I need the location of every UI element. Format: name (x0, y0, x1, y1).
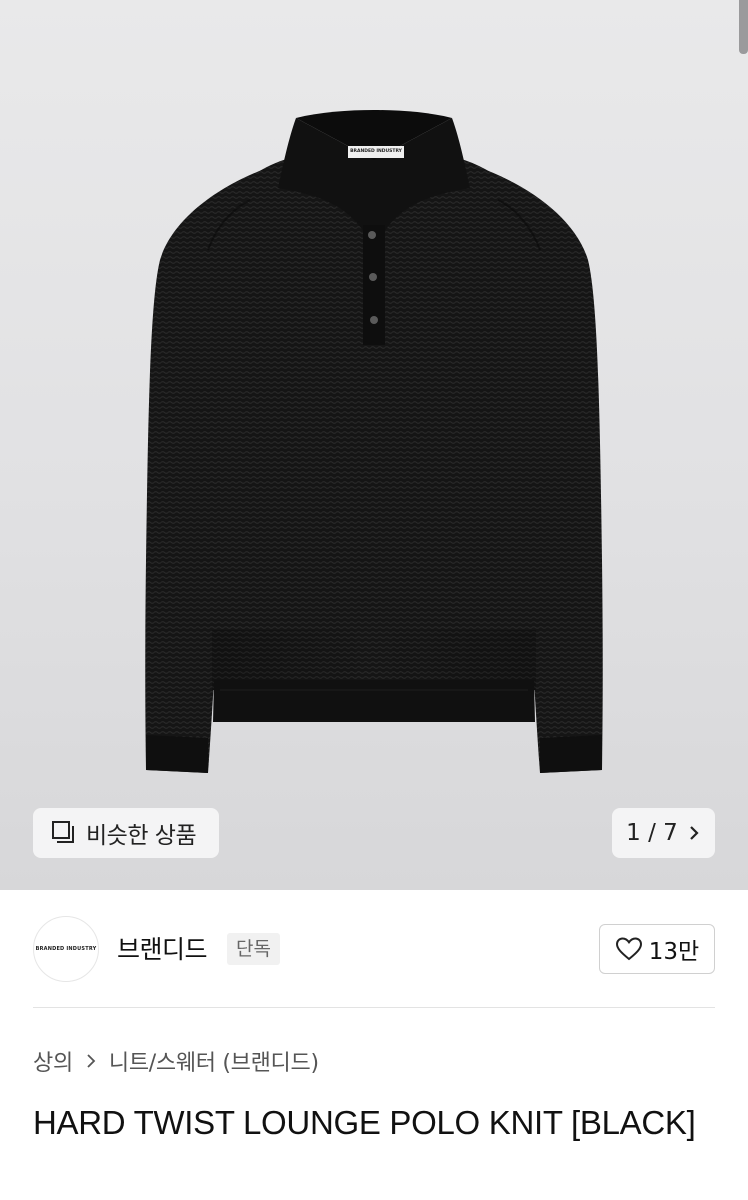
placket (363, 225, 385, 345)
scrollbar[interactable] (739, 0, 748, 54)
brand-name-link[interactable]: 브랜디드 (117, 930, 208, 966)
product-title: HARD TWIST LOUNGE POLO KNIT [BLACK] (33, 1104, 696, 1141)
brand-logo-text: BRANDED INDUSTRY (35, 946, 97, 952)
garment-neck-label: BRANDED INDUSTRY (350, 149, 402, 154)
divider (33, 1007, 715, 1008)
like-count: 13만 (648, 939, 700, 965)
breadcrumb-subcategory[interactable]: 니트/스웨터 (브랜디드) (109, 1045, 319, 1077)
image-pager-button[interactable]: 1 / 7 (612, 808, 715, 858)
similar-products-label: 비슷한 상품 (86, 823, 197, 849)
chevron-right-icon (87, 1054, 96, 1068)
image-pager-count: 1 / 7 (626, 820, 678, 846)
similar-products-button[interactable]: 비슷한 상품 (33, 808, 219, 858)
breadcrumb: 상의 니트/스웨터 (브랜디드) (33, 1045, 319, 1077)
heart-icon (615, 937, 642, 961)
brand-row: BRANDED INDUSTRY 브랜디드 단독 13만 (33, 916, 715, 982)
breadcrumb-category[interactable]: 상의 (33, 1045, 73, 1077)
product-image-gallery[interactable]: BRANDED INDUSTRY 비슷한 상품 1 / 7 (0, 0, 748, 890)
exclusive-badge: 단독 (227, 933, 280, 965)
brand-logo[interactable]: BRANDED INDUSTRY (33, 916, 99, 982)
chevron-right-icon (690, 826, 699, 840)
similar-products-icon (52, 821, 74, 843)
like-button[interactable]: 13만 (599, 924, 715, 974)
product-photo-polo-knit (145, 110, 603, 773)
